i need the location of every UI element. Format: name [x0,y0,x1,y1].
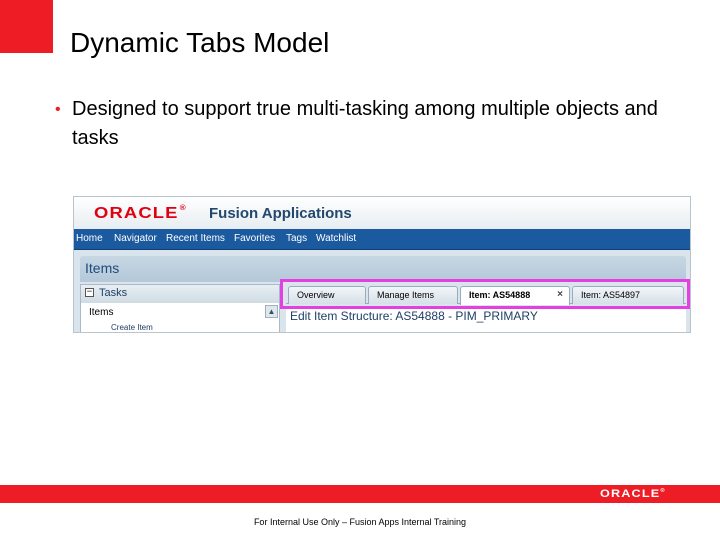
edit-item-title: Edit Item Structure: AS54888 - PIM_PRIMA… [286,306,686,332]
tabs-highlight-box [280,279,690,309]
tasks-header[interactable]: − Tasks [81,285,279,303]
slide-title: Dynamic Tabs Model [70,27,330,58]
scroll-up-icon[interactable]: ▲ [265,305,278,318]
nav-navigator[interactable]: Navigator [114,233,157,244]
tasks-section-items: Items [89,307,114,318]
footer-oracle-logo: ORACLE® [600,488,666,500]
app-header: ORACLE® Fusion Applications [74,197,690,229]
nav-recent-items[interactable]: Recent Items [166,233,225,244]
nav-watchlist[interactable]: Watchlist [316,233,356,244]
nav-favorites[interactable]: Favorites [234,233,275,244]
corner-accent-block [0,0,53,53]
footer-note: For Internal Use Only – Fusion Apps Inte… [253,517,467,527]
bullet-dot-icon: • [55,101,61,118]
nav-tags[interactable]: Tags [286,233,307,244]
bullet-item: • Designed to support true multi-tasking… [55,95,675,153]
tasks-panel: − Tasks Items Create Item ▲ [80,284,280,332]
oracle-logo[interactable]: ORACLE® [94,205,187,223]
tasks-label: Tasks [99,287,128,299]
minus-box-icon[interactable]: − [85,288,94,297]
bullet-text: Designed to support true multi-tasking a… [72,98,658,149]
app-name: Fusion Applications [209,205,352,222]
nav-home[interactable]: Home [76,233,103,244]
task-link-create-item[interactable]: Create Item [111,323,153,332]
page-title: Items [85,260,120,276]
fusion-screenshot: ORACLE® Fusion Applications Home Navigat… [73,196,691,333]
global-nav: Home Navigator Recent Items Favorites Ta… [74,229,690,250]
